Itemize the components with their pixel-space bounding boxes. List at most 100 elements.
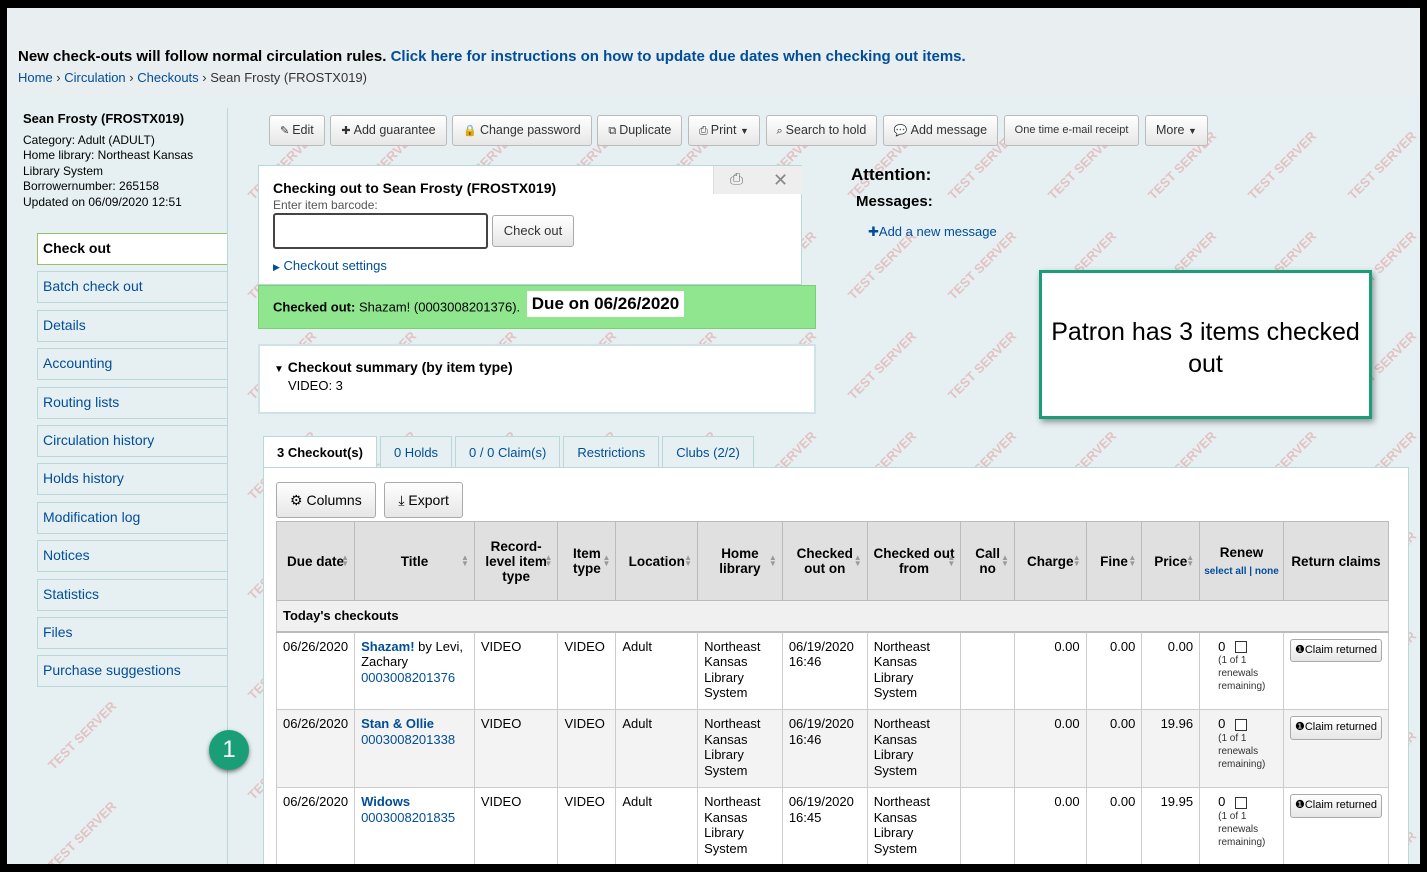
- patron-sidebar-nav: Check out Batch check out Details Accountin…: [37, 233, 228, 694]
- close-icon[interactable]: ✕: [759, 166, 802, 194]
- checkouts-table: Due date ▲ ▼ Title ▲ ▼ Record-level item type ▲…: [275, 521, 1390, 864]
- duplicate-button[interactable]: ⧉ Duplicate: [597, 115, 683, 146]
- circulation-tabs: 3 Checkout(s) 0 Holds 0 / 0 Claim(s) Restri…: [263, 436, 757, 469]
- column-header[interactable]: Location ▲ ▼: [615, 521, 699, 601]
- lock-icon: 🔒: [463, 125, 477, 137]
- column-header[interactable]: Checked out on ▲ ▼: [781, 521, 868, 601]
- breadcrumb-home[interactable]: Home: [18, 70, 53, 85]
- sidebar-item-details[interactable]: Details: [37, 309, 228, 342]
- column-header-label: Renew: [1219, 545, 1264, 560]
- title-link[interactable]: Widows: [361, 794, 410, 809]
- patron-updated: Updated on 06/09/2020 12:51: [23, 194, 182, 209]
- table-controls: ⚙ Columns ⤓ Export: [276, 482, 468, 518]
- sidebar-item-routing-lists[interactable]: Routing lists: [37, 386, 228, 419]
- title-cell: Widows 0003008201835: [354, 787, 475, 864]
- title-link[interactable]: Stan & Ollie: [361, 716, 434, 731]
- barcode-link[interactable]: 0003008201835: [361, 810, 455, 825]
- tab-3[interactable]: 0 / 0 Claim(s): [455, 436, 561, 468]
- column-header[interactable]: Checked out from ▲ ▼: [866, 521, 962, 601]
- sidebar-item-modification-log[interactable]: Modification log: [37, 501, 228, 534]
- export-button[interactable]: ⤓ Export: [384, 482, 463, 518]
- column-header[interactable]: Call no ▲ ▼: [960, 521, 1015, 601]
- tab-5[interactable]: Clubs (2/2): [662, 436, 754, 468]
- column-header[interactable]: Renew select all | none: [1199, 521, 1284, 601]
- sidebar-item-accounting[interactable]: Accounting: [37, 348, 228, 381]
- renew-checkbox[interactable]: [1235, 641, 1248, 654]
- column-header[interactable]: Home library ▲ ▼: [697, 521, 783, 601]
- home-library-cell: Northeast Kansas Library System: [697, 787, 783, 864]
- select-none-link[interactable]: none: [1255, 566, 1279, 577]
- column-header-label: Return claims: [1291, 553, 1381, 569]
- column-header-label: Title: [400, 553, 429, 569]
- instructions-link[interactable]: Click here for instructions on how to up…: [391, 48, 966, 65]
- barcode-link[interactable]: 0003008201376: [361, 670, 455, 685]
- renew-select-controls: select all | none: [1204, 566, 1279, 577]
- sort-icon: ▲ ▼: [1128, 553, 1137, 568]
- claim-returned-button[interactable]: ❶Claim returned: [1289, 794, 1382, 818]
- barcode-input[interactable]: [273, 213, 488, 249]
- sidebar-item-purchase-suggestions[interactable]: Purchase suggestions: [37, 655, 228, 688]
- charge-cell: 0.00: [1013, 709, 1087, 788]
- column-header[interactable]: Price ▲ ▼: [1141, 521, 1201, 601]
- tab-4[interactable]: Restrictions: [563, 436, 660, 468]
- add-message-button[interactable]: 💬 Add message: [882, 115, 999, 146]
- claim-returned-button[interactable]: ❶Claim returned: [1289, 638, 1382, 662]
- return-claims-cell: ❶Claim returned: [1282, 631, 1390, 710]
- title-cell: Shazam! by Levi, Zachary 0003008201376: [354, 631, 475, 710]
- breadcrumb-checkouts[interactable]: Checkouts: [137, 70, 198, 85]
- attention-heading: Attention:: [851, 165, 932, 184]
- search-to-hold-button[interactable]: ⌕ Search to hold: [765, 115, 878, 146]
- change-password-button[interactable]: 🔒 Change password: [452, 115, 592, 146]
- caret-down-icon: ▼: [739, 126, 749, 136]
- column-header[interactable]: Title ▲ ▼: [354, 521, 475, 601]
- check-out-button[interactable]: Check out: [492, 215, 574, 247]
- sidebar-item-check-out[interactable]: Check out: [37, 233, 228, 265]
- price-cell: 19.96: [1141, 709, 1201, 788]
- tab-1[interactable]: 3 Checkout(s): [263, 436, 377, 469]
- checkout-settings-toggle[interactable]: ▶ Checkout settings: [273, 258, 387, 273]
- patron-name: Sean Frosty (FROSTX019): [23, 111, 185, 126]
- sidebar-item-statistics[interactable]: Statistics: [37, 578, 228, 611]
- call-no-cell: [960, 787, 1015, 864]
- caret-down-icon: ▼: [274, 364, 284, 375]
- column-header[interactable]: Fine ▲ ▼: [1085, 521, 1143, 601]
- column-header[interactable]: Record-level item type ▲ ▼: [473, 521, 559, 601]
- column-header-label: Record-level item type: [485, 538, 547, 584]
- tab-2[interactable]: 0 Holds: [379, 436, 453, 468]
- copy-icon: ⧉: [608, 125, 617, 137]
- add-new-message-link[interactable]: ✚Add a new message: [868, 224, 997, 240]
- watermark-text: TEST SERVER: [44, 798, 120, 864]
- print-slip-icon[interactable]: ⎙: [713, 166, 759, 194]
- breadcrumb-circulation[interactable]: Circulation: [64, 70, 125, 85]
- renew-checkbox[interactable]: [1235, 796, 1248, 809]
- add-guarantee-button[interactable]: ✚ Add guarantee: [330, 115, 447, 146]
- sidebar-item-notices[interactable]: Notices: [37, 540, 228, 573]
- renew-count: 0: [1218, 794, 1226, 809]
- due-date-cell: 06/26/2020: [275, 709, 356, 788]
- koha-app: TEST SERVER TEST SERVER TEST SERVER TEST SE…: [7, 8, 1420, 864]
- summary-heading[interactable]: ▼ Checkout summary (by item type): [274, 359, 513, 375]
- fine-cell: 0.00: [1085, 787, 1143, 864]
- columns-button[interactable]: ⚙ Columns: [276, 482, 376, 518]
- column-header[interactable]: Due date ▲ ▼: [275, 521, 356, 601]
- title-link[interactable]: Shazam!: [361, 639, 414, 654]
- step-badge: 1: [209, 730, 249, 770]
- more-button[interactable]: More ▼: [1145, 115, 1208, 146]
- barcode-link[interactable]: 0003008201338: [361, 732, 455, 747]
- select-all-link[interactable]: select all: [1204, 566, 1246, 577]
- sidebar-item-circulation-history[interactable]: Circulation history: [37, 424, 228, 457]
- renew-checkbox[interactable]: [1235, 718, 1248, 731]
- location-cell: Adult: [615, 709, 699, 788]
- sidebar-item-holds-history[interactable]: Holds history: [37, 463, 228, 496]
- renew-count: 0: [1218, 638, 1226, 654]
- print-button[interactable]: ⎙ Print ▼: [687, 115, 760, 146]
- claim-returned-button[interactable]: ❶Claim returned: [1289, 716, 1382, 740]
- column-header[interactable]: Charge ▲ ▼: [1013, 521, 1087, 601]
- sidebar-item-files[interactable]: Files: [37, 616, 228, 649]
- renew-note: (1 of 1 renewals remaining): [1218, 810, 1266, 848]
- column-header[interactable]: Item type ▲ ▼: [557, 521, 617, 601]
- sidebar-item-batch-check-out[interactable]: Batch check out: [37, 271, 228, 304]
- column-header[interactable]: Return claims: [1282, 521, 1390, 601]
- email-receipt-button[interactable]: One time e-mail receipt: [1003, 115, 1140, 146]
- edit-button[interactable]: ✎ Edit: [269, 115, 325, 146]
